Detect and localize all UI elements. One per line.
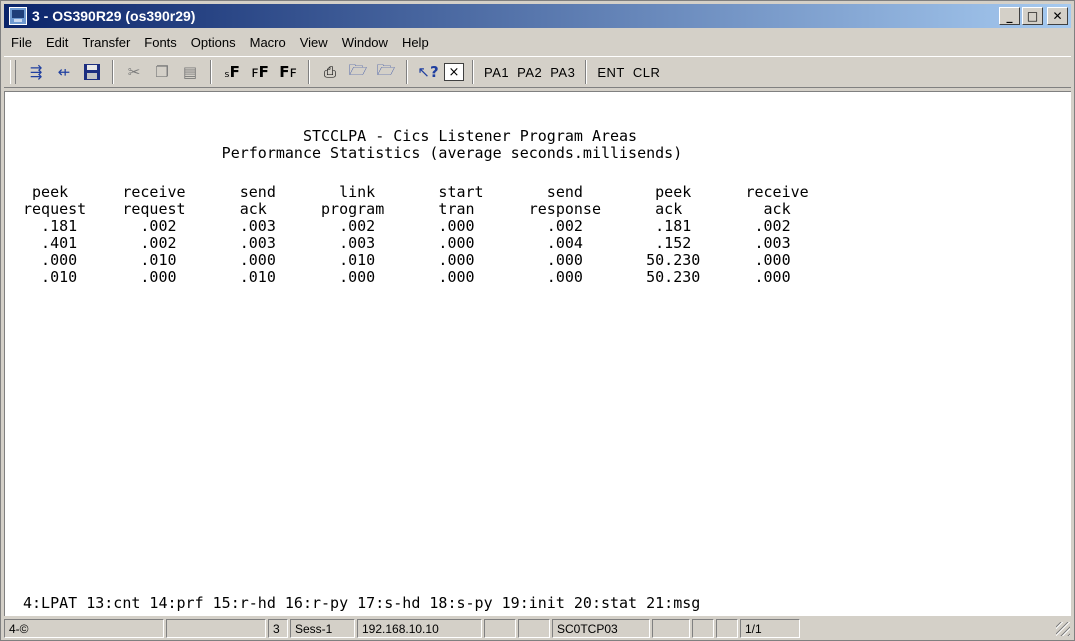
paste-icon[interactable]: ▤ (178, 60, 202, 84)
status-bar: 4-© 3 Sess-1 192.168.10.10 SC0TCP03 1/1 (4, 618, 1071, 639)
status-host-ip: 192.168.10.10 (357, 619, 482, 638)
toolbar-grip[interactable] (10, 60, 16, 84)
menu-window[interactable]: Window (335, 35, 395, 50)
menu-transfer[interactable]: Transfer (75, 35, 137, 50)
cut-icon[interactable]: ✂ (122, 60, 146, 84)
status-empty (652, 619, 690, 638)
menu-edit[interactable]: Edit (39, 35, 75, 50)
menu-help[interactable]: Help (395, 35, 436, 50)
table-row: .401 .002 .003 .003 .000 .004 .152 .003 (23, 234, 791, 252)
status-empty (518, 619, 550, 638)
status-connection: 4-© (4, 619, 164, 638)
status-lu-name: SC0TCP03 (552, 619, 650, 638)
pf-key-line: 4:LPAT 13:cnt 14:prf 15:r-hd 16:r-py 17:… (23, 594, 701, 612)
emulator-window: 3 - OS390R29 (os390r29) _ □ ✕ File Edit … (0, 0, 1075, 641)
status-empty (692, 619, 714, 638)
font-small-icon[interactable]: Fꜰ (276, 60, 300, 84)
resize-grip-icon[interactable] (1056, 621, 1070, 636)
pa3-button[interactable]: PA3 (546, 65, 579, 80)
toolbar-separator (585, 60, 588, 84)
table-row: .010 .000 .010 .000 .000 .000 50.230 .00… (23, 268, 791, 286)
screen-title: STCCLPA - Cics Listener Program Areas (23, 127, 638, 145)
status-session-name: Sess-1 (290, 619, 355, 638)
close-icon: ✕ (1052, 9, 1063, 23)
table-row: .000 .010 .000 .010 .000 .000 50.230 .00… (23, 251, 791, 269)
toolbar-separator (308, 60, 310, 84)
minimize-button[interactable]: _ (999, 7, 1020, 25)
status-empty (166, 619, 266, 638)
toolbar-separator (112, 60, 114, 84)
copy-icon[interactable]: ❐ (150, 60, 174, 84)
toolbar: ⇶ ⇷ ✂ ❐ ▤ ₛF ꜰF Fꜰ ⎙ 🗁 🗁 ↖? × PA1 PA2 PA… (4, 56, 1071, 88)
menu-view[interactable]: View (293, 35, 335, 50)
maximize-button[interactable]: □ (1022, 7, 1043, 25)
column-headers-row2: request request ack program tran respons… (23, 200, 791, 218)
toolbar-separator (472, 60, 474, 84)
menu-file[interactable]: File (4, 35, 39, 50)
pa1-button[interactable]: PA1 (480, 65, 513, 80)
pa2-button[interactable]: PA2 (513, 65, 546, 80)
terminal-screen[interactable]: STCCLPA - Cics Listener Program Areas Pe… (4, 91, 1071, 616)
font-medium-icon[interactable]: ꜰF (248, 60, 272, 84)
send-icon[interactable]: ⇶ (24, 60, 48, 84)
title-bar[interactable]: 3 - OS390R29 (os390r29) _ □ ✕ (4, 4, 1071, 28)
status-empty (484, 619, 516, 638)
receive-icon[interactable]: ⇷ (52, 60, 76, 84)
toolbar-separator (406, 60, 408, 84)
window-controls: _ □ ✕ (999, 7, 1068, 25)
open-folder-2-icon[interactable]: 🗁 (374, 60, 398, 84)
menu-macro[interactable]: Macro (243, 35, 293, 50)
close-box-icon[interactable]: × (444, 63, 464, 81)
clear-button[interactable]: CLR (629, 65, 665, 80)
window-title: 3 - OS390R29 (os390r29) (32, 8, 196, 24)
column-headers-row1: peek receive send link start send peek r… (23, 183, 809, 201)
menu-options[interactable]: Options (184, 35, 243, 50)
save-icon[interactable] (80, 60, 104, 84)
menu-fonts[interactable]: Fonts (137, 35, 184, 50)
print-icon[interactable]: ⎙ (318, 60, 342, 84)
toolbar-separator (210, 60, 212, 84)
close-button[interactable]: ✕ (1047, 7, 1068, 25)
screen-subtitle: Performance Statistics (average seconds.… (23, 144, 683, 162)
status-session-number: 3 (268, 619, 288, 638)
help-pointer-icon[interactable]: ↖? (416, 60, 440, 84)
status-cursor-position: 1/1 (740, 619, 800, 638)
menu-bar: File Edit Transfer Fonts Options Macro V… (4, 31, 1071, 53)
status-empty (716, 619, 738, 638)
app-icon[interactable] (9, 7, 27, 25)
maximize-icon: □ (1026, 9, 1039, 23)
minimize-icon: _ (1006, 9, 1013, 23)
enter-button[interactable]: ENT (593, 65, 629, 80)
open-folder-icon[interactable]: 🗁 (346, 60, 370, 84)
table-row: .181 .002 .003 .002 .000 .002 .181 .002 (23, 217, 791, 235)
font-large-icon[interactable]: ₛF (220, 60, 244, 84)
